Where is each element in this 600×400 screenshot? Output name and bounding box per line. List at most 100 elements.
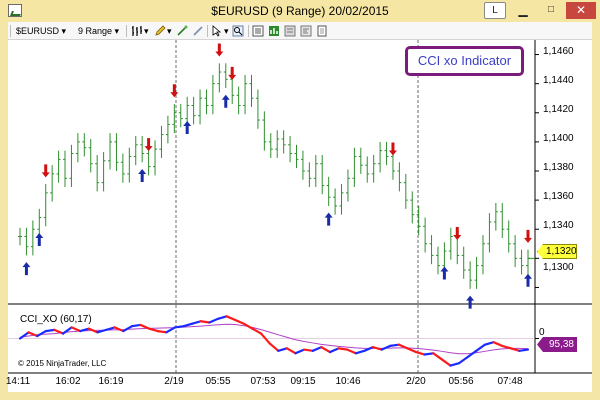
x-tick-label: 10:46 xyxy=(335,376,361,387)
up-arrow-signal xyxy=(466,295,475,309)
indicators-icon[interactable] xyxy=(268,25,280,37)
cci-line-segment xyxy=(449,362,461,367)
toolbar-separator xyxy=(248,25,249,37)
chevron-down-icon: ▾ xyxy=(61,26,67,36)
up-arrow-signal xyxy=(183,120,192,134)
bar-type-icon[interactable] xyxy=(131,25,143,37)
cci-line-segment xyxy=(44,328,56,333)
interval-selector[interactable]: 9 Range ▾ xyxy=(78,24,119,38)
toolbar-separator xyxy=(207,25,208,37)
x-tick-label: 07:48 xyxy=(497,376,523,387)
x-tick-label: 2/20 xyxy=(406,376,426,387)
templates-icon[interactable] xyxy=(316,25,328,37)
cci-line-segment xyxy=(36,330,47,338)
line-tool-icon[interactable] xyxy=(192,25,204,37)
down-arrow-signal xyxy=(524,229,532,243)
down-arrow-signal xyxy=(388,142,397,156)
interval-label: 9 Range xyxy=(78,26,113,36)
zoom-icon[interactable] xyxy=(232,25,244,37)
chevron-down-icon[interactable]: ▾ xyxy=(224,24,229,38)
chart-panel[interactable]: CCI xo Indicator CCI_XO (60,17) © 2015 N… xyxy=(6,40,592,392)
cci-line-segment xyxy=(501,344,512,350)
cci-line-segment xyxy=(268,342,280,352)
y-tick-label: 1,1380 xyxy=(543,162,574,173)
close-button[interactable]: ✕ xyxy=(566,2,596,19)
cci-line-segment xyxy=(156,330,168,334)
link-button[interactable]: L xyxy=(484,2,506,19)
up-arrow-signal xyxy=(324,212,333,226)
cci-line-segment xyxy=(294,348,306,355)
x-tick-label: 09:15 xyxy=(290,376,316,387)
cci-zero-tick-label: 0 xyxy=(539,327,545,338)
cci-line-segment xyxy=(61,326,73,335)
cci-line-segment xyxy=(492,341,504,347)
chevron-down-icon[interactable]: ▾ xyxy=(144,24,149,38)
cci-line-segment xyxy=(406,347,418,354)
up-arrow-signal xyxy=(35,233,44,247)
cci-line-segment xyxy=(225,315,237,322)
down-arrow-signal xyxy=(170,84,179,98)
cci-line-segment xyxy=(303,348,314,352)
properties-icon[interactable] xyxy=(300,25,312,37)
data-box-icon[interactable] xyxy=(252,25,264,37)
chart-canvas[interactable] xyxy=(8,40,592,392)
down-arrow-signal xyxy=(453,226,462,240)
copyright-text: © 2015 NinjaTrader, LLC xyxy=(18,359,107,368)
maximize-button[interactable]: □ xyxy=(538,2,564,19)
cci-line-segment xyxy=(328,347,340,354)
cci-line-segment xyxy=(234,318,245,325)
current-price-badge: 1,1320 xyxy=(537,244,577,259)
x-tick-label: 05:55 xyxy=(205,376,231,387)
y-tick-label: 1,1300 xyxy=(543,262,574,273)
chart-window: $EURUSD (9 Range) 20/02/2015 L ▁ □ ✕ $EU… xyxy=(0,0,600,400)
cci-line-segment xyxy=(191,320,202,325)
down-arrow-signal xyxy=(41,164,50,178)
cci-line-segment xyxy=(414,350,426,356)
y-tick-label: 1,1340 xyxy=(543,220,574,231)
up-arrow-signal xyxy=(22,262,31,276)
cci-line-segment xyxy=(389,343,400,347)
down-arrow-signal xyxy=(144,138,153,152)
cci-line-segment xyxy=(70,326,82,333)
x-tick-label: 16:19 xyxy=(98,376,124,387)
cci-line-segment xyxy=(337,347,349,351)
y-tick-label: 1,1420 xyxy=(543,104,574,115)
cci-line-segment xyxy=(440,358,452,367)
x-tick-label: 16:02 xyxy=(55,376,81,387)
chevron-down-icon: ▾ xyxy=(114,26,120,36)
instrument-selector[interactable]: $EURUSD ▾ xyxy=(16,24,66,38)
magic-wand-icon[interactable] xyxy=(176,25,188,37)
cci-line-segment xyxy=(208,317,220,324)
cci-line-segment xyxy=(363,346,375,352)
cci-line-segment xyxy=(371,346,383,351)
cci-line-segment xyxy=(346,348,357,355)
pencil-icon[interactable] xyxy=(154,25,166,37)
cci-line-segment xyxy=(130,323,142,328)
strategies-icon[interactable] xyxy=(284,25,296,37)
y-tick-label: 1,1440 xyxy=(543,75,574,86)
cci-line-segment xyxy=(423,352,435,356)
instrument-label: $EURUSD xyxy=(16,26,60,36)
up-arrow-signal xyxy=(524,273,532,287)
cci-line-segment xyxy=(458,355,469,365)
cci-line-segment xyxy=(311,346,323,352)
cci-line-segment xyxy=(285,347,297,355)
cci-line-segment xyxy=(432,352,443,361)
up-arrow-signal xyxy=(440,266,449,280)
cci-line-segment xyxy=(173,325,185,329)
x-tick-label: 07:53 xyxy=(250,376,276,387)
cci-line-segment xyxy=(320,346,332,354)
chevron-down-icon[interactable]: ▾ xyxy=(167,24,172,38)
cci-line-segment xyxy=(354,349,366,355)
cursor-icon[interactable] xyxy=(211,25,223,37)
cci-value-badge: 95,38 xyxy=(537,337,577,352)
cci-line-segment xyxy=(148,327,159,333)
cci-line-segment xyxy=(216,315,228,320)
toolbar-separator xyxy=(126,25,127,37)
title-bar[interactable]: $EURUSD (9 Range) 20/02/2015 L ▁ □ ✕ xyxy=(0,0,600,22)
indicator-annotation: CCI xo Indicator xyxy=(405,46,524,76)
minimize-button[interactable]: ▁ xyxy=(510,2,536,19)
cci-line-segment xyxy=(199,320,211,324)
cci-line-segment xyxy=(122,325,134,333)
toolbar-grip xyxy=(10,25,11,37)
